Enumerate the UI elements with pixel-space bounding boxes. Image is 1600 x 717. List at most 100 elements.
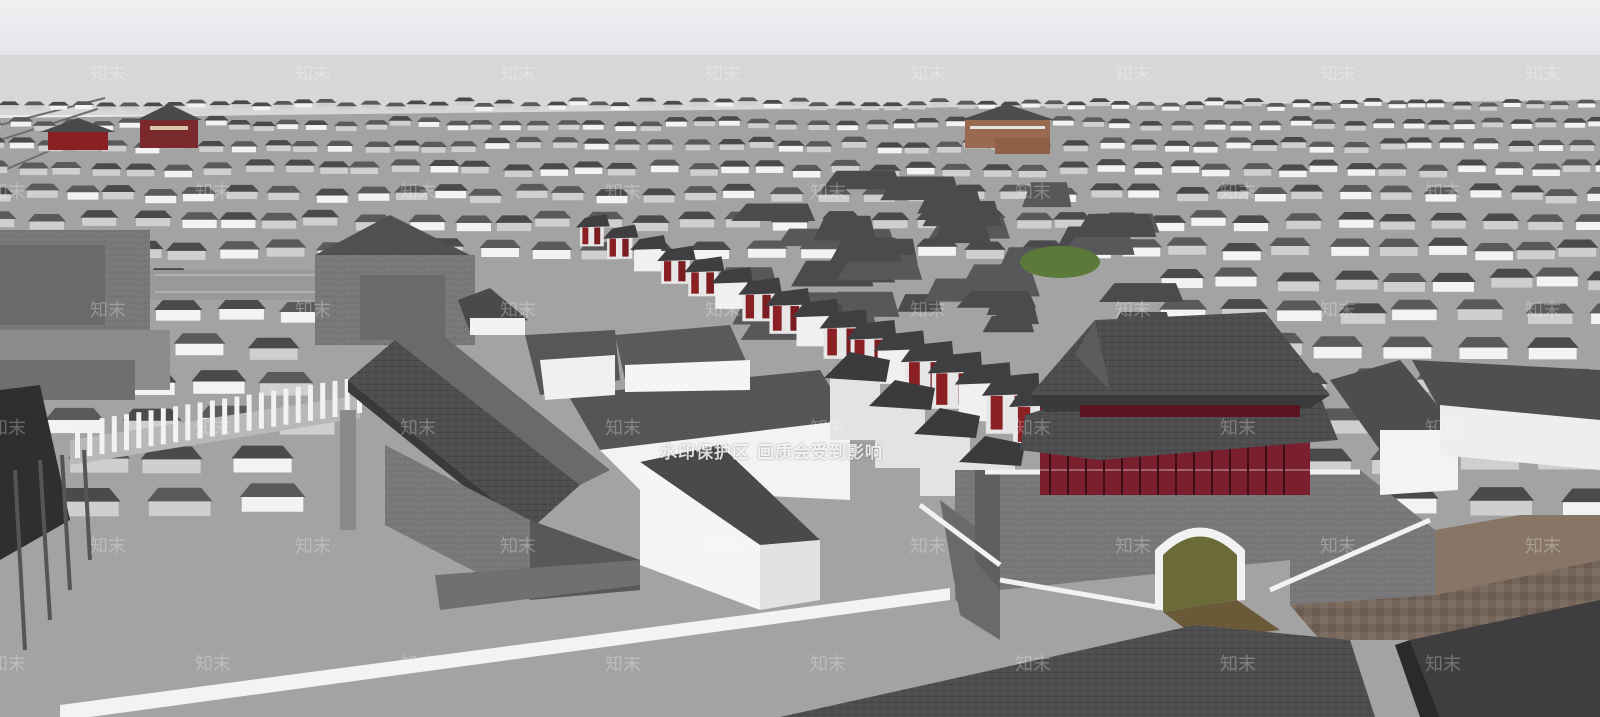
- house-wall: [1230, 125, 1252, 131]
- house-wall: [574, 166, 603, 175]
- house-wall: [1286, 220, 1321, 229]
- house-wall: [1217, 190, 1249, 199]
- house-wall: [978, 104, 996, 109]
- fence-post: [332, 380, 338, 417]
- red-column: [582, 227, 589, 245]
- house-wall: [1539, 144, 1563, 151]
- house-wall: [583, 124, 604, 130]
- house-wall: [249, 347, 298, 360]
- house-wall: [1431, 219, 1466, 229]
- house-wall: [1267, 106, 1285, 111]
- house-wall: [387, 106, 405, 111]
- fence-post: [246, 394, 252, 431]
- house-wall: [790, 101, 808, 106]
- house-wall: [590, 104, 608, 110]
- house-wall: [155, 309, 201, 321]
- house-wall: [390, 120, 411, 126]
- house-wall: [836, 105, 854, 110]
- house-wall: [1185, 104, 1204, 110]
- house-wall: [1373, 122, 1395, 129]
- house-wall: [1224, 104, 1242, 109]
- house-wall: [516, 141, 541, 148]
- house-wall: [1292, 102, 1311, 108]
- house-wall: [365, 146, 390, 153]
- house-wall: [187, 103, 205, 108]
- house-wall: [1128, 189, 1159, 198]
- house-wall: [1588, 120, 1600, 127]
- house-wall: [1060, 167, 1088, 175]
- house-wall: [97, 105, 115, 111]
- house-wall: [391, 164, 420, 173]
- house-wall: [1595, 164, 1600, 172]
- house-wall: [958, 104, 976, 109]
- house-wall: [1439, 142, 1464, 149]
- fence-post: [160, 408, 166, 445]
- house-wall: [475, 106, 493, 111]
- house-wall: [1309, 146, 1334, 153]
- house-wall: [1347, 168, 1376, 176]
- red-column: [772, 306, 782, 331]
- house-wall: [723, 190, 754, 199]
- house-wall: [29, 220, 64, 230]
- watermark-banner: 水印保护区 画质会受到影响: [660, 443, 883, 463]
- house-wall: [694, 120, 715, 127]
- red-column: [609, 238, 616, 257]
- house-wall: [942, 169, 971, 177]
- house-wall: [748, 122, 769, 129]
- house-wall: [1171, 165, 1199, 173]
- house-wall: [0, 142, 4, 149]
- house-wall: [92, 168, 121, 176]
- house-wall: [1091, 189, 1123, 198]
- house-wall: [1474, 142, 1498, 150]
- house-wall: [1223, 250, 1261, 261]
- house-roof: [191, 370, 247, 382]
- house-wall: [1340, 191, 1372, 200]
- house-wall: [496, 222, 532, 232]
- house-wall: [685, 192, 717, 201]
- house-roof: [1468, 487, 1535, 501]
- house-wall: [50, 105, 68, 110]
- house-wall: [1479, 106, 1497, 111]
- house-wall: [219, 308, 264, 320]
- fence-post: [234, 396, 240, 433]
- house-wall: [167, 250, 206, 260]
- house-roof: [44, 407, 104, 421]
- house-wall: [1083, 121, 1104, 127]
- house-wall: [679, 218, 715, 228]
- house-wall: [917, 122, 938, 128]
- house-roof: [146, 487, 213, 502]
- house-wall: [1503, 102, 1521, 107]
- house-wall: [19, 168, 48, 176]
- house-wall: [1191, 217, 1226, 226]
- house-wall: [1550, 104, 1568, 110]
- house-wall: [485, 142, 510, 149]
- house-wall: [691, 249, 730, 259]
- house-wall: [82, 217, 117, 226]
- house-wall: [1457, 308, 1503, 320]
- fence-post: [283, 388, 289, 425]
- house-wall: [1427, 102, 1445, 108]
- house-wall: [206, 120, 227, 126]
- house-wall: [1252, 144, 1277, 151]
- house-wall: [350, 167, 378, 175]
- house-wall: [764, 103, 782, 108]
- house-wall: [246, 164, 274, 173]
- house-wall: [9, 142, 34, 149]
- house-wall: [1562, 164, 1591, 172]
- red-column: [990, 395, 1003, 430]
- house-wall: [1527, 312, 1573, 325]
- house-wall: [1570, 144, 1595, 151]
- shop-front: [634, 247, 662, 272]
- fence-post: [258, 392, 264, 429]
- fence-post: [75, 422, 80, 458]
- house-wall: [877, 147, 902, 154]
- lawn-courtyard: [1020, 246, 1100, 278]
- house-wall: [1532, 169, 1560, 177]
- house-wall: [1470, 189, 1502, 198]
- house-wall: [203, 167, 232, 175]
- house-wall: [421, 146, 446, 153]
- house-wall: [119, 122, 141, 128]
- house-wall: [861, 105, 880, 111]
- house-wall: [615, 144, 640, 151]
- house-wall: [26, 189, 58, 198]
